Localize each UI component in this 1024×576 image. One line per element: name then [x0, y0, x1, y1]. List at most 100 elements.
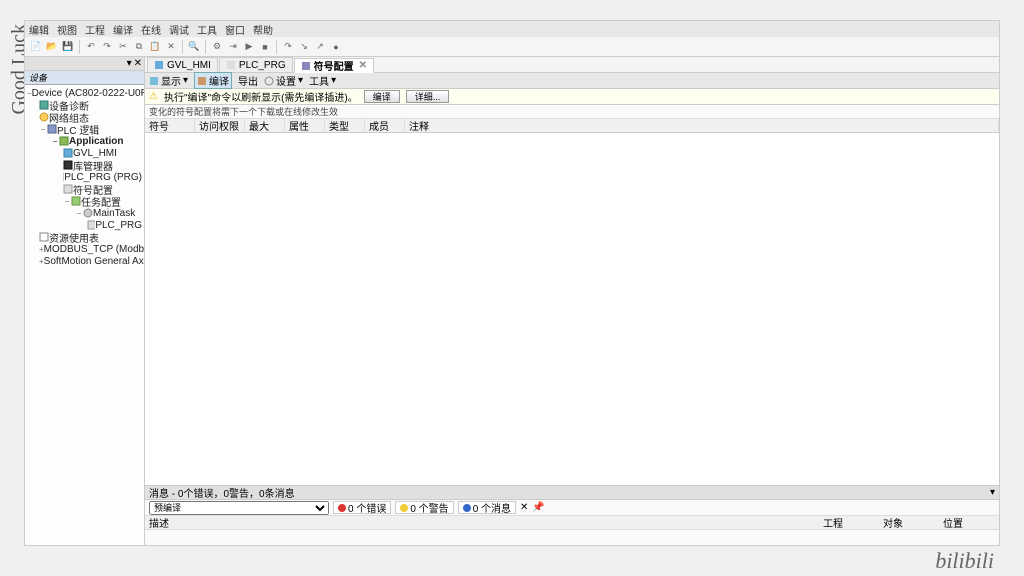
- node-lib-mgr[interactable]: 库管理器: [25, 159, 144, 171]
- symbol-icon: [301, 61, 311, 71]
- col-member[interactable]: 成员: [365, 119, 405, 132]
- col-object[interactable]: 对象: [879, 516, 939, 529]
- close-panel-icon[interactable]: ✕: [134, 58, 142, 69]
- node-resource-table[interactable]: 资源使用表: [25, 231, 144, 243]
- view-dropdown[interactable]: 显示 ▾: [149, 73, 188, 88]
- settings-dropdown[interactable]: 设置 ▾: [264, 73, 303, 88]
- messages-menu-icon[interactable]: ▾: [990, 487, 995, 498]
- menu-project[interactable]: 工程: [85, 22, 105, 37]
- pou-icon: [226, 60, 236, 70]
- messages-panel: 消息 - 0个错误，0警告，0条消息 ▾ 预编译 0 个错误 0 个警告 0 个…: [145, 485, 999, 545]
- col-description[interactable]: 描述: [145, 516, 819, 529]
- filter-select[interactable]: 预编译: [149, 501, 329, 515]
- warning-text: 执行"编译"命令以刷新显示(需先编译插进)。: [164, 89, 358, 104]
- build-icon[interactable]: ⚙: [210, 40, 224, 54]
- task-icon: [71, 196, 81, 206]
- cut-icon[interactable]: ✂: [116, 40, 130, 54]
- clear-icon[interactable]: ✕: [520, 502, 528, 513]
- col-position[interactable]: 位置: [939, 516, 999, 529]
- node-modbus[interactable]: +MODBUS_TCP (ModbusTCP Device): [25, 243, 144, 255]
- col-symbol[interactable]: 符号: [145, 119, 195, 132]
- breakpoint-icon[interactable]: ●: [329, 40, 343, 54]
- editor-tabs: GVL_HMI PLC_PRG 符号配置✕: [145, 57, 999, 73]
- errors-badge[interactable]: 0 个错误: [333, 501, 391, 514]
- find-icon[interactable]: 🔍: [187, 40, 201, 54]
- menu-bar: 编辑 视图 工程 编译 在线 调试 工具 窗口 帮助: [25, 21, 999, 37]
- menu-tools[interactable]: 工具: [197, 22, 217, 37]
- library-icon: [63, 160, 73, 170]
- build-icon: [197, 76, 207, 86]
- network-icon: [39, 112, 49, 122]
- detail-button[interactable]: 详细...: [406, 90, 450, 103]
- menu-window[interactable]: 窗口: [225, 22, 245, 37]
- step-over-icon[interactable]: ↷: [281, 40, 295, 54]
- plc-icon: [47, 124, 57, 134]
- tab-plc-prg[interactable]: PLC_PRG: [219, 57, 293, 72]
- app-icon: [59, 136, 69, 146]
- panel-title: 设备: [25, 71, 144, 85]
- compile-button[interactable]: 编译: [364, 90, 400, 103]
- main-toolbar: 📄 📂 💾 ↶ ↷ ✂ ⧉ 📋 ✕ 🔍 ⚙ ⇥ ▶ ■ ↷ ↘ ↗ ●: [25, 37, 999, 57]
- new-icon[interactable]: 📄: [29, 40, 43, 54]
- app-window: 编辑 视图 工程 编译 在线 调试 工具 窗口 帮助 📄 📂 💾 ↶ ↷ ✂ ⧉…: [24, 20, 1000, 546]
- node-maintask[interactable]: −MainTask: [25, 207, 144, 219]
- symbol-grid-body[interactable]: [145, 133, 999, 485]
- step-out-icon[interactable]: ↗: [313, 40, 327, 54]
- warnings-badge[interactable]: 0 个警告: [395, 501, 453, 514]
- gvl-icon: [154, 60, 164, 70]
- bilibili-watermark: bilibili: [935, 548, 994, 574]
- export-button[interactable]: 导出: [238, 73, 258, 88]
- open-icon[interactable]: 📂: [45, 40, 59, 54]
- save-icon[interactable]: 💾: [61, 40, 75, 54]
- col-comment[interactable]: 注释: [405, 119, 999, 132]
- gear-icon: [264, 76, 274, 86]
- menu-view[interactable]: 视图: [57, 22, 77, 37]
- step-into-icon[interactable]: ↘: [297, 40, 311, 54]
- symbol-toolbar: 显示 ▾ 编译 导出 设置 ▾ 工具 ▾: [145, 73, 999, 89]
- error-dot-icon: [338, 504, 346, 512]
- col-attr[interactable]: 属性: [285, 119, 325, 132]
- menu-online[interactable]: 在线: [141, 22, 161, 37]
- col-type[interactable]: 类型: [325, 119, 365, 132]
- tools-dropdown[interactable]: 工具 ▾: [309, 73, 336, 88]
- maintask-icon: [83, 208, 93, 218]
- device-tree-panel: ▾ ✕ 设备 −Device (AC802-0222-U0R0) 设备诊断 网络…: [25, 57, 145, 545]
- symbol-icon: [63, 184, 73, 194]
- redo-icon[interactable]: ↷: [100, 40, 114, 54]
- menu-build[interactable]: 编译: [113, 22, 133, 37]
- build-button[interactable]: 编译: [194, 72, 232, 89]
- gvl-icon: [63, 148, 73, 158]
- delete-icon[interactable]: ✕: [164, 40, 178, 54]
- node-softmotion[interactable]: +SoftMotion General Axis Pool: [25, 255, 144, 267]
- col-max[interactable]: 最大: [245, 119, 285, 132]
- tab-gvl-hmi[interactable]: GVL_HMI: [147, 57, 218, 72]
- note-bar: 变化的符号配置将需下一个下载或在线修改生效: [145, 105, 999, 119]
- close-tab-icon[interactable]: ✕: [359, 60, 367, 71]
- pin-icon[interactable]: ▾: [127, 58, 132, 69]
- stop-icon[interactable]: ■: [258, 40, 272, 54]
- start-icon[interactable]: ▶: [242, 40, 256, 54]
- device-tree[interactable]: −Device (AC802-0222-U0R0) 设备诊断 网络组态 −PLC…: [25, 85, 144, 545]
- view-icon: [149, 76, 159, 86]
- table-icon: [39, 232, 49, 242]
- panel-header: ▾ ✕: [25, 57, 144, 71]
- info-dot-icon: [463, 504, 471, 512]
- infos-badge[interactable]: 0 个消息: [458, 501, 516, 514]
- col-access[interactable]: 访问权限: [195, 119, 245, 132]
- undo-icon[interactable]: ↶: [84, 40, 98, 54]
- login-icon[interactable]: ⇥: [226, 40, 240, 54]
- pin-messages-icon[interactable]: 📌: [532, 502, 544, 513]
- tab-symbol-config[interactable]: 符号配置✕: [294, 58, 374, 73]
- menu-edit[interactable]: 编辑: [29, 22, 49, 37]
- col-project[interactable]: 工程: [819, 516, 879, 529]
- paste-icon[interactable]: 📋: [148, 40, 162, 54]
- node-plc-logic[interactable]: −PLC 逻辑: [25, 123, 144, 135]
- compile-info-bar: ⚠ 执行"编译"命令以刷新显示(需先编译插进)。 编译 详细...: [145, 89, 999, 105]
- menu-help[interactable]: 帮助: [253, 22, 273, 37]
- node-application[interactable]: −Application: [25, 135, 144, 147]
- node-task-cfg[interactable]: −任务配置: [25, 195, 144, 207]
- menu-debug[interactable]: 调试: [169, 22, 189, 37]
- messages-columns: 描述 工程 对象 位置: [145, 516, 999, 530]
- warning-dot-icon: [400, 504, 408, 512]
- copy-icon[interactable]: ⧉: [132, 40, 146, 54]
